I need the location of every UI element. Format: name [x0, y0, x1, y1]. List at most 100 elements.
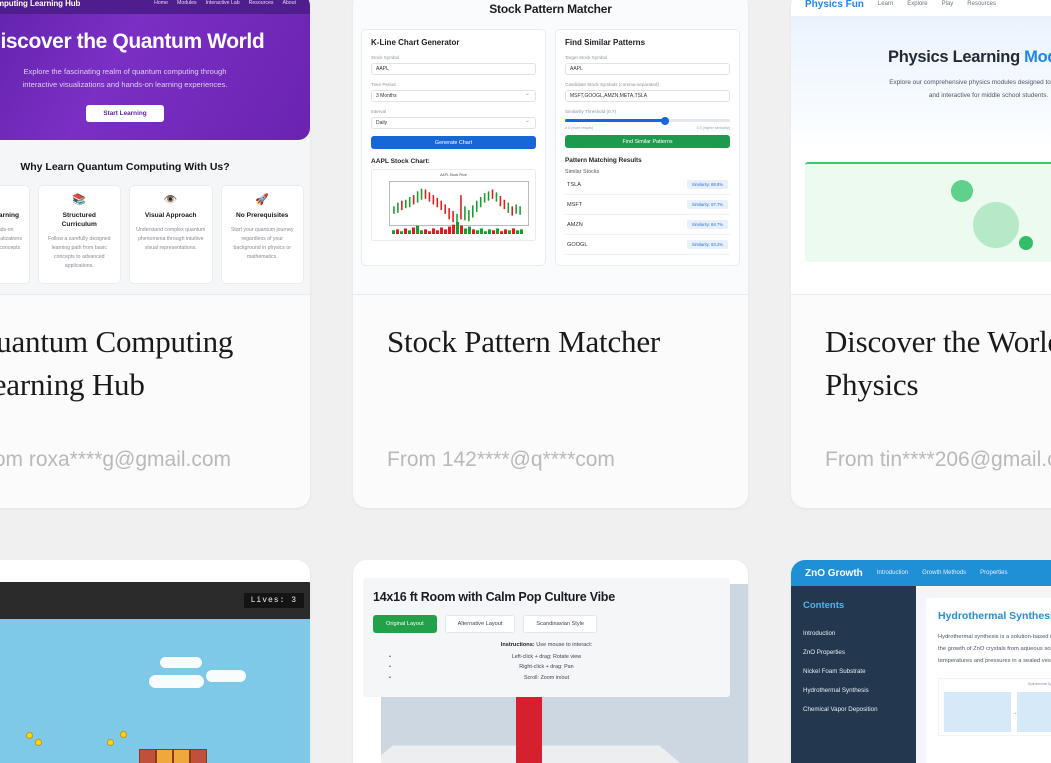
instructions-text: Use mouse to interact:: [536, 642, 593, 648]
nav-link-introduction[interactable]: Introduction: [877, 570, 908, 576]
similarity-badge: Similarity: 84.7%: [686, 220, 728, 229]
result-symbol: GOOGL: [567, 241, 588, 248]
tab-alternative-layout[interactable]: Alternative Layout: [444, 615, 516, 633]
sidebar-heading: Contents: [803, 600, 845, 611]
generate-chart-button[interactable]: Generate Chart: [371, 136, 536, 149]
sidebar-item-zno-properties[interactable]: ZnO Properties: [803, 643, 904, 662]
diagram-title: Hydrothermal Synthesis Process: [1027, 681, 1051, 686]
nav-link-play[interactable]: Play: [942, 1, 954, 7]
zno-main-content: Hydrothermal Synthesis Hydrothermal synt…: [916, 586, 1051, 763]
result-symbol: MSFT: [567, 201, 583, 208]
card-thumbnail: ZnO Growth Introduction Growth Methods P…: [791, 560, 1051, 763]
interval-select[interactable]: Daily: [371, 117, 536, 129]
room-info-card: 14x16 ft Room with Calm Pop Culture Vibe…: [363, 578, 730, 697]
books-icon: 📚: [72, 194, 87, 206]
gallery-card-room[interactable]: 14x16 ft Room with Calm Pop Culture Vibe…: [353, 560, 748, 763]
sidebar-item-nickel-foam-substrate[interactable]: Nickel Foam Substrate: [803, 662, 904, 681]
quantum-feature-list: ✨ Interactive Learning Engage with hands…: [0, 173, 310, 285]
table-row[interactable]: TSLA Similarity: 88.8%: [565, 175, 730, 195]
target-symbol-input[interactable]: AAPL: [565, 63, 730, 75]
zno-growth-preview: ZnO Growth Introduction Growth Methods P…: [791, 560, 1051, 763]
nav-link-resources[interactable]: Resources: [967, 1, 996, 7]
card-author: From 142****@q****com: [387, 448, 615, 471]
nav-link-interactive-lab[interactable]: Interactive Lab: [206, 0, 240, 6]
article-line-2: the growth of ZnO crystals from aqueous …: [938, 646, 1051, 653]
card-body: Discover the World of Physics From tin**…: [791, 295, 1051, 508]
quantum-hero-subtitle-1: Explore the fascinating realm of quantum…: [23, 67, 227, 76]
slider-min-label: 0.5 (more results): [565, 126, 594, 130]
candlestick-svg: [393, 188, 521, 224]
find-similar-heading: Find Similar Patterns: [565, 38, 646, 47]
feature-desc: Start your quantum journey regardless of…: [230, 226, 294, 261]
zno-sidebar: Contents Introduction ZnO Properties Nic…: [791, 586, 916, 763]
quantum-hero-title: Discover the Quantum World: [0, 30, 265, 53]
coin-icon: [35, 739, 42, 746]
nav-link-growth-methods[interactable]: Growth Methods: [922, 570, 966, 576]
nav-link-learn[interactable]: Learn: [878, 1, 893, 7]
gallery-card-physics[interactable]: Physics Fun Learn Explore Play Resources…: [791, 0, 1051, 508]
stock-matcher-preview: Stock Pattern Matcher K-Line Chart Gener…: [353, 0, 748, 294]
card-author: From tin****206@gmail.com: [825, 448, 1051, 471]
card-body: Stock Pattern Matcher From 142****@q****…: [353, 295, 748, 508]
instructions-line: Instructions: Use mouse to interact:: [373, 642, 720, 648]
room-title: 14x16 ft Room with Calm Pop Culture Vibe: [373, 590, 615, 604]
table-row[interactable]: GOOGL Similarity: 83.2%: [565, 235, 730, 255]
similarity-badge: Similarity: 83.2%: [686, 240, 728, 249]
nav-link-properties[interactable]: Properties: [980, 570, 1007, 576]
candidate-symbols-input[interactable]: MSFT,GOOGL,AMZN,META,TSLA: [565, 90, 730, 102]
find-similar-patterns-button[interactable]: Find Similar Patterns: [565, 135, 730, 148]
physics-hero-sub-1: Explore our comprehensive physics module…: [889, 79, 1051, 86]
quantum-hero: Discover the Quantum World Explore the f…: [0, 14, 310, 140]
nav-link-about[interactable]: About: [282, 0, 296, 6]
gallery-card-stock[interactable]: Stock Pattern Matcher K-Line Chart Gener…: [353, 0, 748, 508]
nav-link-resources[interactable]: Resources: [249, 0, 274, 6]
card-body: Quantum Computing Learning Hub From roxa…: [0, 295, 310, 508]
similarity-threshold-slider[interactable]: [565, 116, 730, 125]
feature-title: Structured Curriculum: [61, 212, 97, 228]
gallery-card-game[interactable]: 10 Lives: 3: [0, 560, 310, 763]
time-period-select[interactable]: 3 Months: [371, 90, 536, 102]
feature-desc: Understand complex quantum phenomena thr…: [136, 226, 206, 252]
feature-card: 👁️ Visual Approach Understand complex qu…: [129, 185, 213, 285]
slider-knob[interactable]: [660, 116, 669, 125]
diagram-step: →: [944, 691, 1017, 732]
k-line-panel: K-Line Chart Generator Stock Symbol AAPL…: [361, 29, 546, 266]
nav-link-home[interactable]: Home: [154, 0, 168, 6]
feature-title: No Prerequisites: [236, 212, 289, 219]
brick-row: [139, 749, 207, 763]
instruction-item: Left-click + drag: Rotate view: [511, 654, 582, 660]
table-row[interactable]: MSFT Similarity: 87.7%: [565, 195, 730, 215]
gallery-card-quantum[interactable]: Quantum Computing Learning Hub Home Modu…: [0, 0, 310, 508]
sidebar-item-hydrothermal-synthesis[interactable]: Hydrothermal Synthesis: [803, 681, 904, 700]
similarity-threshold-label: Similarity Threshold (0.7): [565, 109, 616, 114]
card-thumbnail: Physics Fun Learn Explore Play Resources…: [791, 0, 1051, 295]
nav-link-modules[interactable]: Modules: [177, 0, 197, 6]
quantum-section-title: Why Learn Quantum Computing With Us?: [20, 161, 230, 173]
start-learning-button[interactable]: Start Learning: [86, 104, 164, 122]
tab-original-layout[interactable]: Original Layout: [373, 615, 437, 633]
card-title: Stock Pattern Matcher: [387, 324, 660, 359]
physics-hero-title: Physics Learning Modules: [791, 48, 1051, 67]
quantum-brand: Quantum Computing Learning Hub: [0, 0, 81, 8]
tab-scandinavian-style[interactable]: Scandinavian Style: [523, 615, 597, 633]
diagram-step: →: [1017, 691, 1051, 732]
cloud-shape: [206, 670, 246, 682]
stock-symbol-input[interactable]: AAPL: [371, 63, 536, 75]
nav-link-explore[interactable]: Explore: [907, 1, 927, 7]
cloud-shape: [160, 657, 202, 668]
decorative-circle: [973, 202, 1019, 248]
brick-tile: [173, 749, 190, 763]
find-similar-panel: Find Similar Patterns Target Stock Symbo…: [555, 29, 740, 266]
brick-tile: [156, 749, 173, 763]
candidate-symbols-label: Candidate Stock Symbols (comma-separated…: [565, 82, 659, 87]
quantum-navbar: Quantum Computing Learning Hub Home Modu…: [0, 0, 310, 14]
gallery-card-zno[interactable]: ZnO Growth Introduction Growth Methods P…: [791, 560, 1051, 763]
hero-title-accent: Modules: [1024, 48, 1051, 66]
coin-icon: [120, 731, 127, 738]
table-row[interactable]: AMZN Similarity: 84.7%: [565, 215, 730, 235]
card-title: Discover the World of Physics: [825, 324, 1051, 402]
sidebar-item-chemical-vapor-deposition[interactable]: Chemical Vapor Deposition: [803, 700, 904, 719]
platform-game-preview: 10 Lives: 3: [0, 560, 310, 763]
floor-plane: [381, 745, 743, 763]
sidebar-item-introduction[interactable]: Introduction: [803, 624, 904, 643]
